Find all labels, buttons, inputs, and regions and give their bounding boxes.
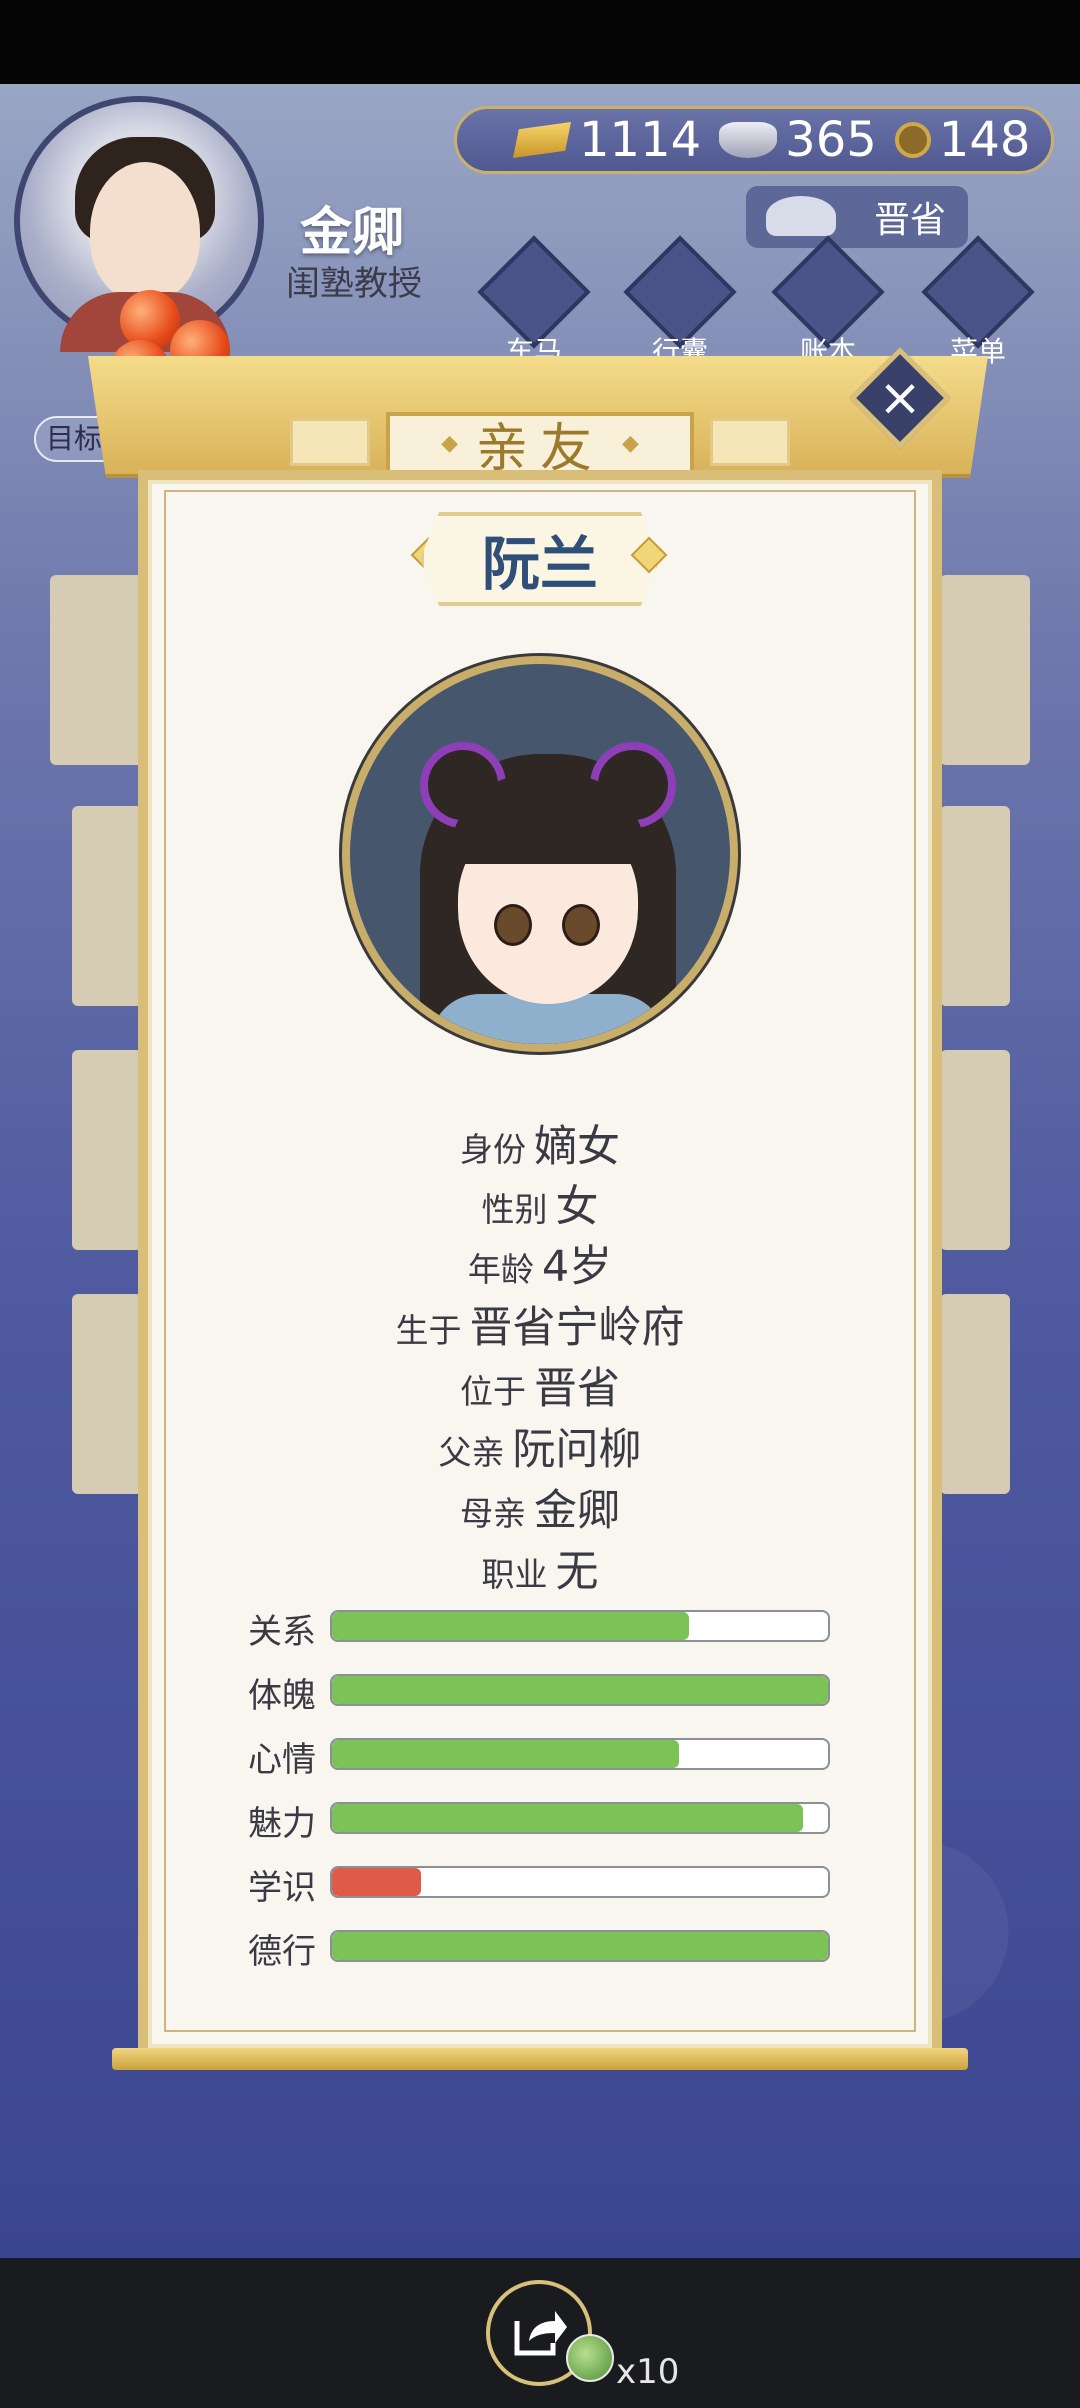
background-card [940, 806, 1010, 1006]
share-icon [514, 2311, 567, 2356]
menu-ledger-button[interactable]: 账本 [768, 235, 888, 368]
silver-ingot-icon [719, 122, 778, 158]
info-row-gender: 性别女 [481, 1182, 599, 1232]
info-row-mother: 母亲 金卿 [460, 1486, 620, 1536]
info-row-identity: 身份 嫡女 [460, 1122, 620, 1172]
stat-bar-charm [330, 1802, 830, 1834]
status-bar [0, 0, 1080, 84]
region-label: 晋省 [873, 200, 946, 241]
menu-bag-button[interactable]: 行囊 [620, 235, 740, 368]
info-row-age: 年龄 4岁 [467, 1242, 613, 1292]
character-name-plate: 阮兰 [420, 512, 660, 606]
menu-carriage-button[interactable]: 车马 [474, 235, 594, 368]
info-row-occupation: 职业无 [481, 1547, 599, 1597]
player-name: 金卿 [300, 202, 405, 263]
header-side-tab [290, 418, 370, 466]
copper-coin-icon [894, 122, 931, 158]
background-card [940, 1050, 1010, 1250]
header-side-tab [710, 418, 790, 466]
info-row-father: 父亲 阮问柳 [438, 1425, 642, 1475]
stat-bar-relationship [330, 1610, 830, 1642]
frog-icon [566, 2334, 614, 2382]
info-row-birthplace: 生于 晋省宁岭府 [395, 1303, 685, 1353]
region-button[interactable]: 晋省 [746, 186, 968, 248]
stat-bar-mood [330, 1738, 830, 1770]
background-card [72, 806, 142, 1006]
stat-label-mood: 心情 [248, 1740, 316, 1780]
silver-amount: 365 [785, 112, 877, 168]
share-count: x10 [616, 2352, 680, 2392]
character-portrait [342, 656, 738, 1052]
close-icon: × [878, 368, 922, 428]
player-title: 闺塾教授 [286, 264, 422, 304]
stat-bar-knowledge [330, 1866, 830, 1898]
gold-ingot-icon [513, 122, 571, 158]
currency-bar: 1114 365 148 [454, 106, 1054, 174]
gold-amount: 1114 [579, 112, 702, 168]
background-card [72, 1050, 142, 1250]
menu-more-button[interactable]: 菜单 [918, 235, 1038, 368]
scroll-rod [112, 2048, 968, 2070]
stat-label-charm: 魅力 [248, 1804, 316, 1844]
info-row-location: 位于 晋省 [460, 1364, 620, 1414]
character-name: 阮兰 [481, 530, 598, 598]
stat-bar-physique [330, 1674, 830, 1706]
stat-label-physique: 体魄 [248, 1676, 316, 1716]
modal-title-tab: ◆ 亲友 ◆ [386, 412, 694, 479]
kettle-icon [766, 196, 836, 236]
background-card [72, 1294, 142, 1494]
background-card [940, 575, 1030, 765]
background-card [940, 1294, 1010, 1494]
stat-label-virtue: 德行 [248, 1932, 316, 1972]
stat-label-knowledge: 学识 [248, 1868, 316, 1908]
stat-label-relationship: 关系 [248, 1612, 316, 1652]
stat-bar-virtue [330, 1930, 830, 1962]
coin-amount: 148 [938, 112, 1031, 168]
